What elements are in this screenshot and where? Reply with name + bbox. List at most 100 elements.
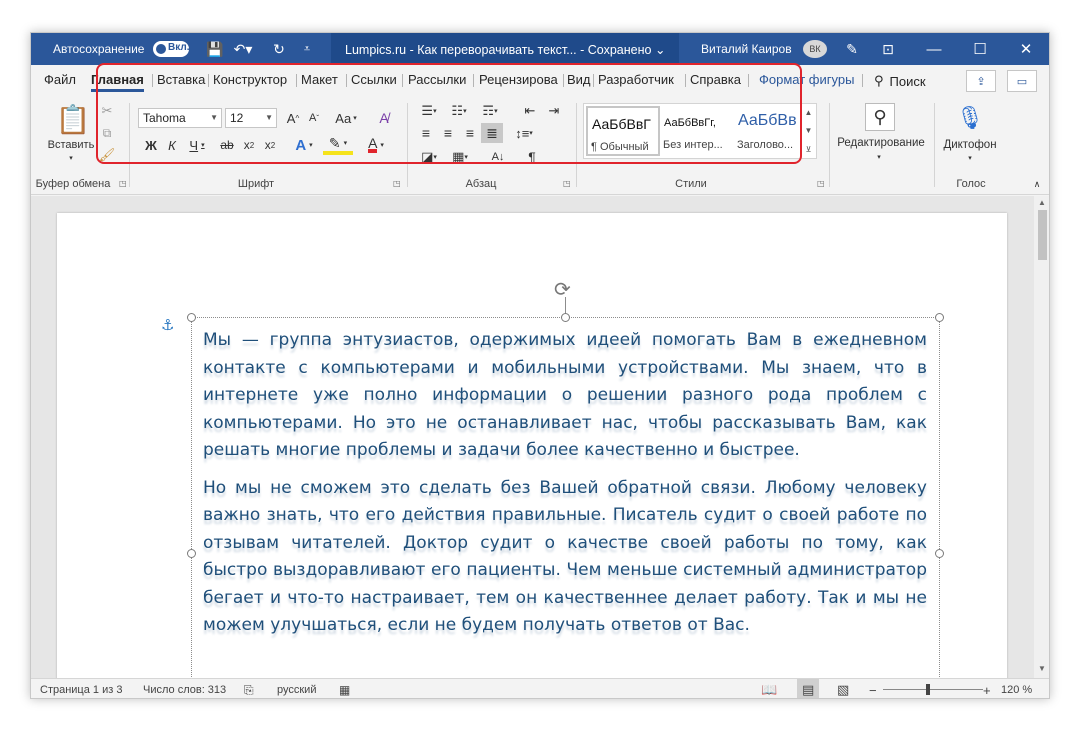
- zoom-out-icon[interactable]: −: [869, 679, 877, 698]
- tab-review[interactable]: Рецензирова: [479, 65, 558, 95]
- text-effects-button[interactable]: A ▾: [289, 135, 319, 155]
- font-color-button[interactable]: A ▾: [361, 135, 391, 155]
- styles-more-icon[interactable]: ⊻: [801, 139, 815, 159]
- tab-file[interactable]: Файл: [44, 65, 76, 95]
- italic-button[interactable]: К: [163, 135, 181, 155]
- resize-handle[interactable]: [561, 313, 570, 322]
- paste-label[interactable]: Вставить: [41, 137, 101, 153]
- resize-handle[interactable]: [935, 549, 944, 558]
- underline-button[interactable]: Ч ▾: [183, 135, 211, 155]
- proofing-icon[interactable]: ⎘: [244, 679, 254, 698]
- clipboard-icon[interactable]: 📋: [53, 101, 93, 137]
- clipboard-launcher-icon[interactable]: ◳: [119, 179, 127, 188]
- web-layout-icon[interactable]: ▧: [837, 679, 849, 698]
- rotate-handle-icon[interactable]: ⟳: [554, 277, 571, 302]
- font-name-combo[interactable]: Tahoma ▼: [138, 108, 222, 128]
- tab-shape-format[interactable]: Формат фигуры: [759, 65, 854, 95]
- line-spacing-icon[interactable]: ↕≡ ▾: [509, 123, 539, 143]
- language-indicator[interactable]: русский: [277, 679, 316, 698]
- tab-search[interactable]: ⚲ Поиск: [874, 71, 926, 91]
- change-case-button[interactable]: Aa ▾: [331, 108, 361, 128]
- tab-insert[interactable]: Вставка: [157, 65, 205, 95]
- word-count[interactable]: Число слов: 313: [143, 679, 226, 698]
- highlight-color-button[interactable]: ✎ ▾: [323, 135, 353, 155]
- cut-icon[interactable]: ✂: [97, 101, 117, 121]
- dictate-dropdown-icon[interactable]: ▾: [962, 153, 978, 163]
- macro-icon[interactable]: ▦: [339, 679, 350, 698]
- pen-icon[interactable]: ✎: [841, 33, 863, 65]
- styles-scroll-up-icon[interactable]: ▲: [801, 103, 815, 121]
- avatar[interactable]: ВК: [803, 40, 827, 58]
- decrease-indent-icon[interactable]: ⇤: [519, 101, 541, 121]
- zoom-level[interactable]: 120 %: [1001, 679, 1032, 698]
- styles-launcher-icon[interactable]: ◳: [817, 179, 825, 188]
- subscript-button[interactable]: x2: [240, 135, 258, 155]
- increase-indent-icon[interactable]: ⇥: [543, 101, 565, 121]
- document-title[interactable]: Lumpics.ru - Как переворачивать текст...…: [331, 33, 679, 65]
- numbering-icon[interactable]: ☷ ▾: [445, 101, 473, 121]
- resize-handle[interactable]: [935, 313, 944, 322]
- maximize-button[interactable]: ☐: [957, 33, 1003, 65]
- read-mode-icon[interactable]: 📖: [761, 679, 777, 698]
- ribbon-display-icon[interactable]: ⊡: [877, 33, 899, 65]
- tab-design[interactable]: Конструктор: [213, 65, 287, 95]
- multilevel-list-icon[interactable]: ☶ ▾: [475, 101, 505, 121]
- autosave-toggle[interactable]: Вкл.: [153, 41, 189, 57]
- strikethrough-button[interactable]: ab: [217, 135, 237, 155]
- copy-icon[interactable]: ⧉: [97, 123, 117, 143]
- shading-icon[interactable]: ◪ ▾: [415, 147, 443, 167]
- tab-developer[interactable]: Разработчик: [598, 65, 674, 95]
- redo-icon[interactable]: ↻: [268, 33, 290, 65]
- bullets-icon[interactable]: ☰ ▾: [415, 101, 443, 121]
- tab-view[interactable]: Вид: [567, 65, 591, 95]
- bold-button[interactable]: Ж: [141, 135, 161, 155]
- styles-scroll-down-icon[interactable]: ▼: [801, 121, 815, 139]
- share-button[interactable]: ⇪: [966, 70, 996, 92]
- zoom-in-icon[interactable]: +: [983, 679, 991, 698]
- editing-label[interactable]: Редактирование: [831, 135, 931, 151]
- align-center-icon[interactable]: ≡: [437, 123, 459, 143]
- font-size-combo[interactable]: 12 ▼: [225, 108, 277, 128]
- style-no-spacing[interactable]: АаБбВвГг, Без интер...: [660, 106, 734, 156]
- collapse-ribbon-icon[interactable]: ∧: [1029, 177, 1045, 191]
- page-indicator[interactable]: Страница 1 из 3: [40, 679, 122, 698]
- tab-home[interactable]: Главная: [91, 65, 144, 95]
- shrink-font-button[interactable]: Aˇ: [304, 108, 324, 128]
- zoom-slider-track[interactable]: [883, 689, 983, 690]
- clear-formatting-icon[interactable]: A̸: [373, 108, 395, 128]
- tab-layout[interactable]: Макет: [301, 65, 338, 95]
- microphone-icon[interactable]: 🎙: [956, 101, 984, 135]
- style-heading-1[interactable]: АаБбВв Заголово...: [734, 106, 800, 156]
- undo-icon[interactable]: ↶▾: [232, 33, 254, 65]
- grow-font-button[interactable]: A ^: [283, 108, 303, 128]
- resize-handle[interactable]: [187, 313, 196, 322]
- customize-toolbar-icon[interactable]: ⩡: [296, 33, 318, 65]
- scrollbar-thumb[interactable]: [1038, 210, 1047, 260]
- editing-dropdown-icon[interactable]: ▾: [871, 151, 887, 163]
- minimize-button[interactable]: —: [911, 33, 957, 65]
- scroll-up-icon[interactable]: ▲: [1038, 198, 1046, 207]
- format-painter-icon[interactable]: 🖌: [97, 145, 117, 165]
- comments-button[interactable]: ▭: [1007, 70, 1037, 92]
- paragraph-launcher-icon[interactable]: ◳: [563, 179, 571, 188]
- borders-icon[interactable]: ▦ ▾: [445, 147, 475, 167]
- dictate-label[interactable]: Диктофон: [937, 137, 1003, 153]
- align-left-icon[interactable]: ≡: [415, 123, 437, 143]
- vertical-scrollbar[interactable]: ▲ ▼: [1034, 196, 1049, 678]
- print-layout-icon[interactable]: ▤: [797, 679, 820, 698]
- tab-mailings[interactable]: Рассылки: [408, 65, 466, 95]
- text-box-content[interactable]: Мы — группа энтузиастов, одержимых идеей…: [203, 327, 927, 650]
- editing-search-icon[interactable]: ⚲: [865, 103, 895, 131]
- tab-references[interactable]: Ссылки: [351, 65, 397, 95]
- zoom-slider-thumb[interactable]: [926, 684, 930, 695]
- sort-icon[interactable]: A↓: [485, 147, 511, 167]
- superscript-button[interactable]: x2: [261, 135, 279, 155]
- show-formatting-icon[interactable]: ¶: [521, 147, 543, 167]
- justify-icon[interactable]: ≣: [481, 123, 503, 143]
- style-normal[interactable]: АаБбВвГ ¶ Обычный: [586, 106, 660, 156]
- resize-handle[interactable]: [187, 549, 196, 558]
- user-name[interactable]: Виталий Каиров: [701, 33, 792, 65]
- align-right-icon[interactable]: ≡: [459, 123, 481, 143]
- scroll-down-icon[interactable]: ▼: [1038, 664, 1046, 673]
- paste-dropdown-icon[interactable]: ▾: [63, 153, 79, 163]
